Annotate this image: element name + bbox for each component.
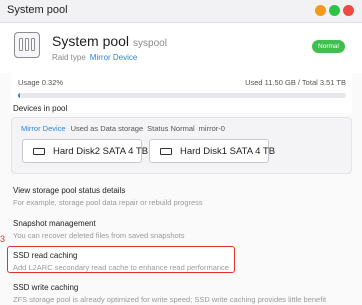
device-vdev: mirror-0 (198, 124, 225, 133)
raid-type: Raid type Mirror Device (52, 53, 137, 62)
section-description: For example, storage pool data repair or… (13, 198, 203, 207)
section-title: View storage pool status details (13, 186, 126, 195)
disk-button-hd1[interactable]: Hard Disk1 SATA 4 TB (149, 139, 275, 163)
section-description: Add L2ARC secondary read cache to enhanc… (13, 263, 229, 272)
device-meta: Mirror Device Used as Data storage Status … (21, 124, 229, 133)
device-usage: Used as Data storage (70, 124, 144, 133)
section-title: SSD read caching (13, 251, 78, 260)
hard-disk-icon (160, 148, 172, 155)
hard-disk-icon (33, 148, 45, 155)
section-title: SSD write caching (13, 283, 79, 292)
devices-title: Devices in pool (13, 104, 68, 113)
raid-type-label: Raid type (52, 53, 86, 62)
usage-progress-fill (18, 93, 20, 98)
storage-pool-icon (14, 32, 40, 58)
ssd-read-caching-section[interactable]: SSD read caching Add L2ARC secondary rea… (13, 251, 229, 272)
pool-header: System pool syspool Raid type Mirror Devic… (0, 23, 362, 73)
usage-total: Used 11.50 GB / Total 3.51 TB (245, 78, 346, 87)
view-pool-status-section[interactable]: View storage pool status details For exa… (13, 186, 203, 207)
maximize-button[interactable] (329, 5, 340, 16)
section-description: ZFS storage pool is already optimized fo… (13, 295, 327, 304)
section-description: You can recover deleted files from saved… (13, 231, 185, 240)
close-button[interactable] (343, 5, 354, 16)
disk-label: Hard Disk1 SATA 4 TB (180, 146, 276, 157)
pool-id: syspool (133, 38, 167, 49)
status-badge: Normal (312, 40, 345, 53)
pool-name: System pool syspool (52, 33, 167, 49)
disk-label: Hard Disk2 SATA 4 TB (53, 146, 149, 157)
window-title: System pool (7, 4, 68, 16)
usage-label: Usage 0.32% (18, 78, 64, 87)
minimize-button[interactable] (315, 5, 326, 16)
system-pool-window: System pool System pool syspool Raid type… (0, 0, 362, 305)
disk-button-hd2[interactable]: Hard Disk2 SATA 4 TB (22, 139, 148, 163)
section-title: Snapshot management (13, 219, 96, 228)
title-bar: System pool (0, 0, 362, 23)
ssd-write-caching-section[interactable]: SSD write caching ZFS storage pool is al… (13, 283, 326, 304)
raid-type-value: Mirror Device (89, 53, 138, 62)
usage-progress-bar (18, 93, 346, 98)
pool-name-text: System pool (52, 33, 130, 49)
devices-card: Mirror Device Used as Data storage Status … (11, 117, 352, 174)
snapshot-management-section[interactable]: Snapshot management You can recover dele… (13, 219, 185, 240)
annotation-marker: 3 (0, 234, 6, 244)
device-status: Status Normal (147, 124, 195, 133)
pool-content: System pool syspool Raid type Mirror Devic… (0, 23, 362, 305)
device-type-link[interactable]: Mirror Device (21, 124, 66, 133)
